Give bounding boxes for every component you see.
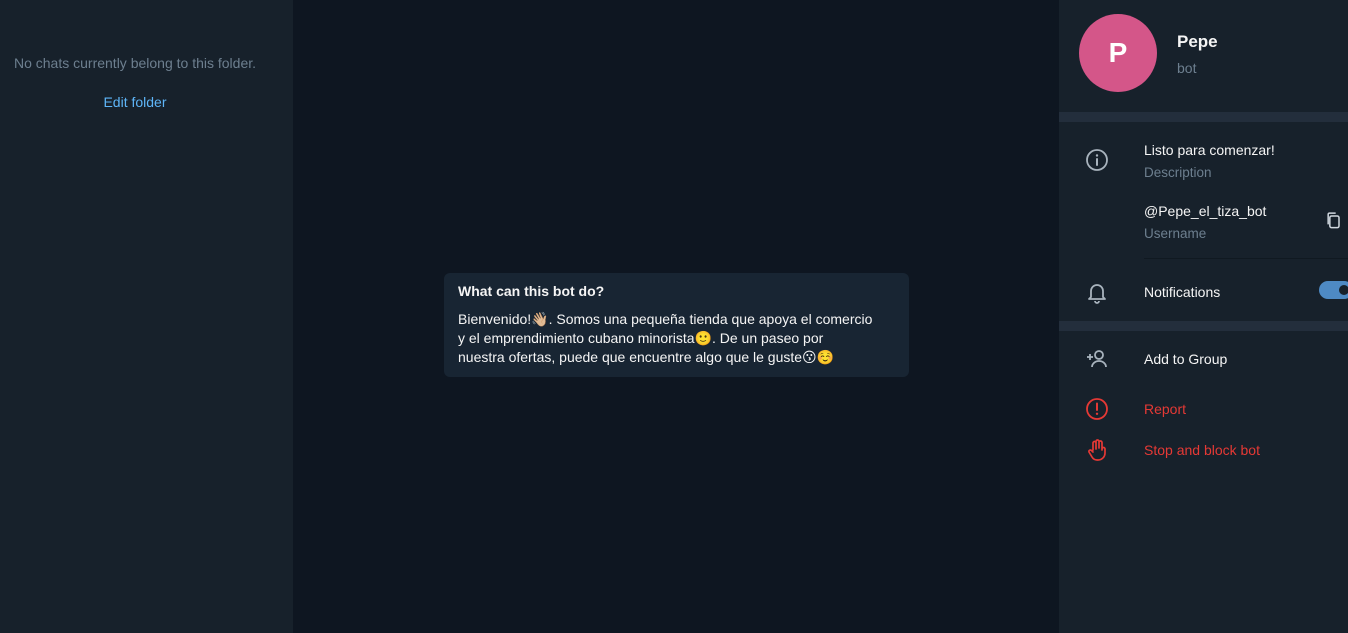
profile-name: Pepe	[1177, 32, 1218, 51]
bot-info-card: What can this bot do? Bienvenido!👋🏼. Som…	[444, 273, 909, 377]
edit-folder-link[interactable]: Edit folder	[0, 94, 270, 110]
chat-list-panel: No chats currently belong to this folder…	[0, 0, 293, 633]
stop-and-block-button[interactable]: Stop and block bot	[1144, 442, 1260, 458]
section-divider	[1059, 321, 1348, 331]
telegram-app: No chats currently belong to this folder…	[0, 0, 1348, 633]
username-value[interactable]: @Pepe_el_tiza_bot	[1144, 203, 1266, 219]
row-separator	[1144, 258, 1348, 259]
bell-icon	[1088, 284, 1106, 304]
chat-area: What can this bot do? Bienvenido!👋🏼. Som…	[293, 0, 1059, 633]
info-icon	[1086, 149, 1108, 171]
avatar[interactable]: P	[1079, 14, 1157, 92]
description-value[interactable]: Listo para comenzar!	[1144, 142, 1275, 158]
bot-card-title: What can this bot do?	[458, 283, 605, 299]
profile-panel: P Pepe bot Listo para comenzar! Descript…	[1059, 0, 1348, 633]
empty-folder-text: No chats currently belong to this folder…	[13, 55, 257, 71]
username-label: Username	[1144, 226, 1207, 241]
alert-circle-icon	[1086, 398, 1108, 420]
hand-stop-icon	[1088, 439, 1106, 461]
bot-card-description: Bienvenido!👋🏼. Somos una pequeña tienda …	[458, 310, 895, 367]
bot-card-line: Bienvenido!👋🏼. Somos una pequeña tienda …	[458, 311, 873, 327]
notifications-label: Notifications	[1144, 284, 1221, 300]
toggle-knob	[1337, 283, 1348, 297]
section-divider	[1059, 112, 1348, 122]
report-button[interactable]: Report	[1144, 401, 1186, 417]
add-user-icon	[1087, 350, 1107, 368]
profile-status: bot	[1177, 60, 1197, 76]
copy-icon[interactable]	[1324, 211, 1344, 231]
bot-card-line: y el emprendimiento cubano minorista🙂. D…	[458, 330, 824, 346]
notifications-toggle[interactable]	[1319, 281, 1348, 299]
bot-card-line: nuestra ofertas, puede que encuentre alg…	[458, 349, 835, 365]
add-to-group-button[interactable]: Add to Group	[1144, 351, 1227, 367]
description-label: Description	[1144, 165, 1212, 180]
